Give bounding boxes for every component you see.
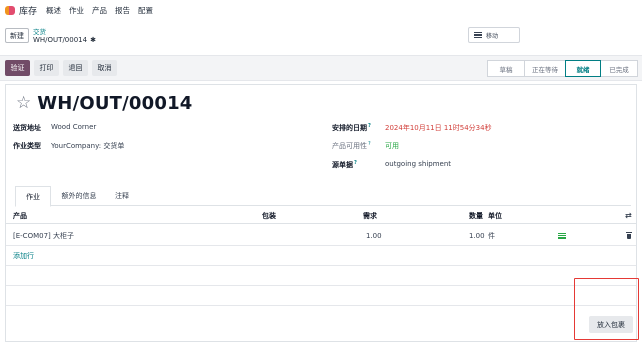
cancel-button[interactable]: 取消 [92, 60, 117, 76]
star-icon[interactable]: ☆ [16, 95, 31, 112]
scheduled-date-label: 安排的日期? [332, 123, 371, 132]
app-name[interactable]: 库存 [19, 4, 37, 17]
validate-button[interactable]: 验证 [5, 60, 30, 76]
breadcrumb-current: WH/OUT/00014 ✱ [33, 36, 96, 44]
gear-icon[interactable]: ✱ [90, 36, 96, 44]
add-line-link[interactable]: 添加行 [13, 246, 34, 265]
row-demand: 1.00 [366, 231, 382, 240]
availability-label: 产品可用性? [332, 141, 371, 150]
row-unit: 件 [488, 231, 495, 240]
empty-row [6, 266, 636, 286]
source-document-label: 源单据? [332, 160, 357, 169]
action-bar: 验证 打印 退回 取消 草稿 正在等待 就绪 已完成 [0, 55, 642, 81]
move-button-label: 移动 [486, 32, 499, 40]
inventory-app-icon[interactable] [5, 5, 15, 16]
delivery-address-value[interactable]: Wood Corner [51, 123, 96, 133]
stage-draft[interactable]: 草稿 [487, 60, 525, 77]
col-unit[interactable]: 单位 [488, 208, 502, 223]
operation-type-field: 作业类型 YourCompany: 交货单 [13, 141, 124, 151]
scheduled-date-value[interactable]: 2024年10月11日 11时54分34秒 [385, 123, 492, 133]
stage-waiting[interactable]: 正在等待 [524, 60, 566, 77]
control-panel: 新建 交货 WH/OUT/00014 ✱ 移动 [0, 20, 642, 50]
form-sheet: ☆ WH/OUT/00014 送货地址 Wood Corner 作业类型 You… [5, 84, 637, 342]
return-button[interactable]: 退回 [63, 60, 88, 76]
record-title-row: ☆ WH/OUT/00014 [16, 93, 193, 114]
top-navbar: 库存 概述 作业 产品 报告 配置 [0, 0, 642, 20]
availability-field: 产品可用性? 可用 [332, 141, 399, 151]
empty-row [6, 286, 636, 306]
operation-type-value[interactable]: YourCompany: 交货单 [51, 141, 124, 151]
breadcrumb-parent-link[interactable]: 交货 [33, 26, 46, 36]
table-row[interactable]: [E-COM07] 大柜子 1.00 1.00 件 [6, 226, 636, 246]
stage-done[interactable]: 已完成 [600, 60, 638, 77]
tab-notes[interactable]: 注释 [107, 186, 137, 206]
source-document-value[interactable]: outgoing shipment [385, 160, 451, 170]
row-quantity[interactable]: 1.00 [469, 226, 485, 245]
menu-operations[interactable]: 作业 [69, 5, 84, 16]
col-package[interactable]: 包装 [262, 208, 276, 223]
optional-columns-icon[interactable]: ⇄ [625, 208, 632, 223]
breadcrumb-current-label: WH/OUT/00014 [33, 36, 88, 44]
delivery-address-label: 送货地址 [13, 124, 41, 132]
col-demand[interactable]: 需求 [363, 208, 377, 223]
put-in-pack-button[interactable]: 放入包裹 [589, 316, 633, 333]
scheduled-date-field: 安排的日期? 2024年10月11日 11时54分34秒 [332, 123, 492, 133]
record-title: WH/OUT/00014 [37, 93, 193, 114]
delivery-address-field: 送货地址 Wood Corner [13, 123, 96, 133]
new-button[interactable]: 新建 [5, 28, 29, 43]
details-list-icon[interactable] [558, 226, 566, 245]
notebook-tabs: 作业 额外的信息 注释 [15, 186, 631, 207]
print-button[interactable]: 打印 [34, 60, 59, 76]
add-line-row: 添加行 [6, 246, 636, 266]
source-document-field: 源单据? outgoing shipment [332, 160, 451, 170]
col-quantity[interactable]: 数量 [469, 208, 483, 223]
col-product[interactable]: 产品 [13, 208, 27, 223]
menu-reporting[interactable]: 报告 [115, 5, 130, 16]
tab-extra-info[interactable]: 额外的信息 [53, 186, 105, 206]
menu-configuration[interactable]: 配置 [138, 5, 153, 16]
status-bar: 草稿 正在等待 就绪 已完成 [487, 60, 638, 77]
hamburger-icon [474, 32, 482, 38]
trash-icon[interactable] [626, 226, 632, 245]
row-product[interactable]: [E-COM07] 大柜子 [13, 226, 74, 245]
table-header: 产品 包装 需求 数量 单位 ⇄ [6, 208, 636, 224]
menu-products[interactable]: 产品 [92, 5, 107, 16]
operation-type-label: 作业类型 [13, 142, 41, 150]
menu-overview[interactable]: 概述 [46, 5, 61, 16]
move-button[interactable]: 移动 [468, 27, 520, 43]
availability-value: 可用 [385, 142, 399, 150]
tab-operations[interactable]: 作业 [15, 186, 51, 207]
stage-ready[interactable]: 就绪 [565, 60, 601, 77]
